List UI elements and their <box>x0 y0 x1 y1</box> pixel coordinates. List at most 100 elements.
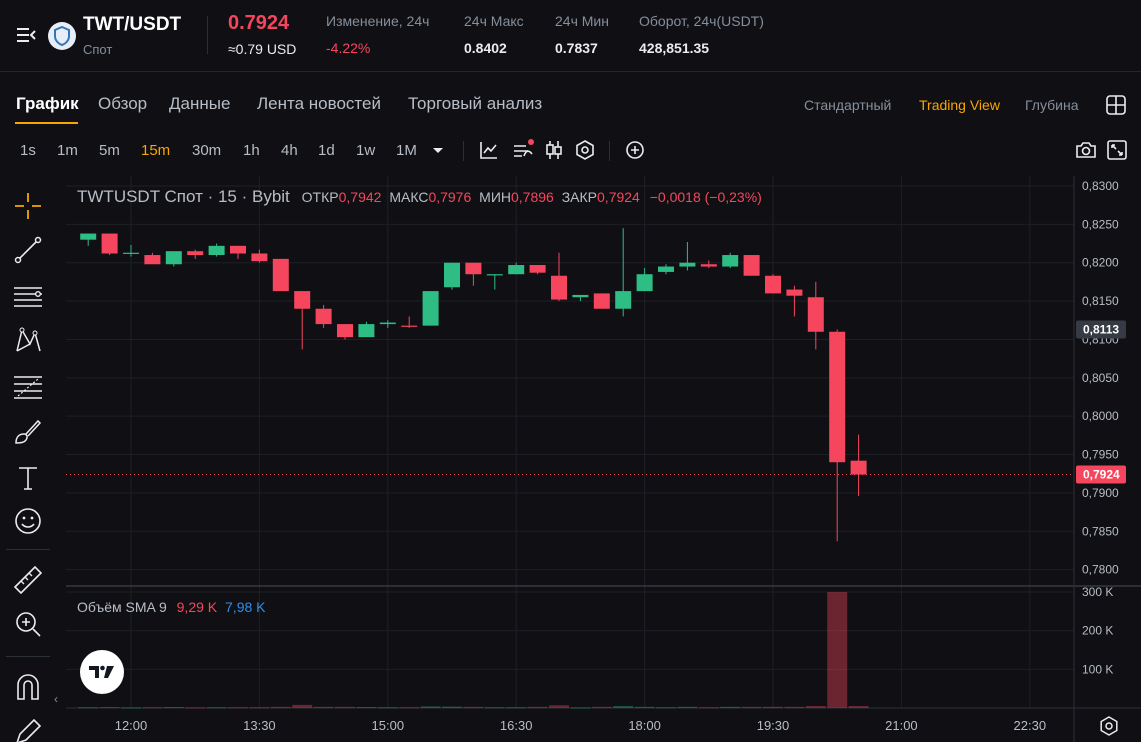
candle-body <box>829 331 846 463</box>
view-mode-depth[interactable]: Глубина <box>1025 97 1078 113</box>
tradingview-logo[interactable] <box>80 650 124 694</box>
volume-tick-label: 300 K <box>1082 585 1113 599</box>
brush-icon[interactable] <box>12 416 44 448</box>
candlestick-chart[interactable]: 0,83000,82500,82000,81500,81000,80500,80… <box>66 176 1141 742</box>
volume-bar <box>249 707 270 709</box>
fullscreen-icon[interactable] <box>1106 139 1128 161</box>
legend-high: 0,7976 <box>428 189 472 205</box>
camera-icon[interactable] <box>1075 139 1097 161</box>
chevron-down-icon[interactable] <box>427 139 449 161</box>
volume-bar <box>206 707 227 709</box>
candle-body <box>187 251 204 256</box>
volume-bar <box>292 704 313 708</box>
tab-trading-analysis[interactable]: Торговый анализ <box>408 94 542 114</box>
drawing-tools <box>0 176 56 742</box>
emoji-icon[interactable] <box>12 505 44 537</box>
volume-bar <box>784 706 805 708</box>
interval-1d[interactable]: 1d <box>318 142 335 159</box>
ruler-icon[interactable] <box>12 564 44 596</box>
volume-legend: Объём SMA 9 9,29 K 7,98 K <box>77 599 266 615</box>
candle-body <box>786 289 803 296</box>
layout-grid-icon[interactable] <box>1105 94 1127 116</box>
collapse-toolbar-icon[interactable]: ‹ <box>54 692 58 706</box>
candle-body <box>208 245 225 256</box>
volume-bar <box>549 705 569 708</box>
pair-name[interactable]: TWT/USDT <box>83 14 181 36</box>
volume-bar <box>570 707 591 709</box>
candle-body <box>272 258 289 292</box>
view-mode-standard[interactable]: Стандартный <box>804 97 891 113</box>
volume-bar <box>591 706 612 708</box>
line-chart-icon[interactable] <box>478 139 500 161</box>
volume-bar <box>827 592 848 708</box>
candle-body <box>144 255 161 265</box>
interval-1m[interactable]: 1m <box>57 142 78 159</box>
volume-bar <box>163 707 184 709</box>
chart-area[interactable]: 0,8300 0,8250 0,8200 0,8150 0,8100 0,8050 0,80… <box>54 176 1141 742</box>
volume-bar <box>121 707 141 709</box>
interval-1s[interactable]: 1s <box>20 142 36 159</box>
time-tick-label: 19:30 <box>757 718 790 733</box>
volume-tick-label: 100 K <box>1082 662 1113 676</box>
interval-1h[interactable]: 1h <box>243 142 260 159</box>
legend-symbol[interactable]: TWTUSDT Спот · 15 · Bybit <box>77 187 290 206</box>
volume-bar <box>677 706 698 708</box>
stat-value: 0.8402 <box>464 40 507 56</box>
volume-bar <box>228 707 248 709</box>
tab-news-feed[interactable]: Лента новостей <box>257 94 381 114</box>
volume-legend-value: 9,29 K <box>176 599 218 615</box>
interval-4h[interactable]: 4h <box>281 142 298 159</box>
interval-30m[interactable]: 30m <box>192 142 221 159</box>
gear-icon[interactable] <box>1099 716 1119 736</box>
crosshair-icon[interactable] <box>12 190 44 222</box>
price-tick-label: 0,8200 <box>1082 256 1119 270</box>
pattern-icon[interactable] <box>12 324 44 356</box>
text-icon[interactable] <box>12 462 44 494</box>
tools-separator <box>6 549 50 550</box>
candle-body <box>636 274 653 292</box>
candle-body <box>444 262 460 288</box>
magnet-icon[interactable] <box>12 671 44 703</box>
toolbar-separator <box>463 141 464 161</box>
interval-1w[interactable]: 1w <box>356 142 375 159</box>
legend-low-label: МИН <box>479 189 511 205</box>
price-tick-label: 0,8250 <box>1082 217 1119 231</box>
trend-line-icon[interactable] <box>12 234 44 266</box>
ohlc-legend: TWTUSDT Спот · 15 · Bybit ОТКР0,7942 МАК… <box>77 187 762 207</box>
volume-bar <box>527 706 548 708</box>
tab-chart[interactable]: График <box>16 94 79 114</box>
volume-bar <box>720 706 741 708</box>
tab-data[interactable]: Данные <box>169 94 230 114</box>
interval-15m[interactable]: 15m <box>141 142 170 159</box>
tab-overview[interactable]: Обзор <box>98 94 147 114</box>
candle-body <box>593 293 610 309</box>
volume-bar <box>613 706 634 708</box>
candle-body <box>508 265 525 275</box>
price-tick-label: 0,8050 <box>1082 371 1119 385</box>
interval-1M[interactable]: 1M <box>396 142 417 159</box>
horizontal-lines-icon[interactable] <box>12 280 44 312</box>
candles-icon[interactable] <box>543 139 565 161</box>
interval-5m[interactable]: 5m <box>99 142 120 159</box>
time-tick-label: 16:30 <box>500 718 533 733</box>
legend-close: 0,7924 <box>597 189 640 205</box>
pencil-icon[interactable] <box>12 716 44 742</box>
add-compare-icon[interactable] <box>624 139 646 161</box>
indicators-icon[interactable] <box>512 139 534 161</box>
stat-low-24h: 24ч Мин 0.7837 <box>555 13 609 56</box>
volume-legend-label[interactable]: Объём SMA 9 <box>77 599 167 615</box>
fib-icon[interactable] <box>12 370 44 402</box>
hexagon-settings-icon[interactable] <box>574 139 596 161</box>
candle-body <box>486 274 503 276</box>
coin-logo <box>48 22 76 50</box>
candle-body <box>358 324 375 338</box>
volume-bar <box>78 707 99 709</box>
last-price: 0.7924 <box>228 12 290 34</box>
volume-bar <box>741 706 762 708</box>
candle-body <box>165 251 182 265</box>
zoom-in-icon[interactable] <box>12 608 44 640</box>
menu-icon[interactable] <box>16 26 36 44</box>
price-tick-label: 0,7800 <box>1082 563 1119 577</box>
volume-bar <box>377 707 398 709</box>
view-mode-tradingview[interactable]: Trading View <box>919 97 1000 113</box>
